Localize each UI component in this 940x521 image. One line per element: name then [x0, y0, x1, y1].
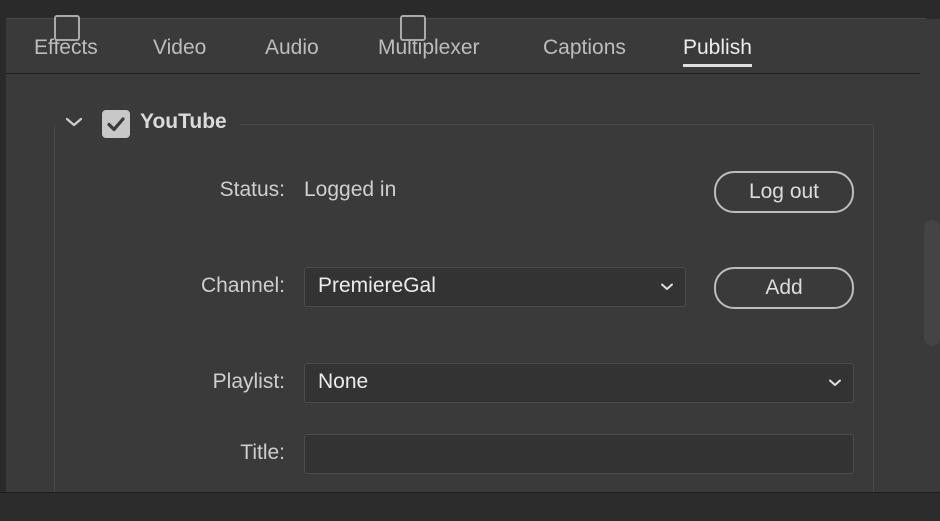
chevron-down-icon	[829, 379, 841, 386]
youtube-group-title: YouTube	[140, 110, 227, 133]
title-input[interactable]	[304, 434, 854, 474]
youtube-enable-checkbox[interactable]	[102, 110, 130, 138]
tab-bar: Effects Video Audio Multiplexer Captions…	[6, 19, 940, 74]
bottom-checkbox-1[interactable]	[54, 15, 80, 41]
channel-label: Channel:	[200, 274, 285, 297]
tab-audio[interactable]: Audio	[265, 35, 319, 61]
bottom-options-bar	[0, 492, 940, 521]
playlist-dropdown[interactable]: None	[304, 363, 854, 403]
title-label: Title:	[240, 441, 285, 464]
playlist-label: Playlist:	[212, 370, 285, 393]
window-top-strip	[0, 0, 940, 18]
scrollbar-thumb[interactable]	[924, 220, 940, 346]
add-channel-button[interactable]: Add	[714, 267, 854, 309]
tab-captions[interactable]: Captions	[543, 35, 626, 61]
tab-multiplexer[interactable]: Multiplexer	[378, 35, 480, 61]
bottom-checkbox-2[interactable]	[400, 15, 426, 41]
checkmark-icon	[107, 117, 125, 132]
channel-dropdown-value: PremiereGal	[318, 274, 436, 297]
chevron-down-icon	[661, 283, 673, 290]
status-label: Status:	[219, 178, 285, 201]
chevron-down-icon[interactable]	[62, 110, 86, 134]
playlist-dropdown-value: None	[318, 370, 369, 393]
tab-publish[interactable]: Publish	[683, 35, 752, 67]
logout-button[interactable]: Log out	[714, 171, 854, 213]
tab-video[interactable]: Video	[153, 35, 206, 61]
status-value: Logged in	[304, 178, 397, 201]
channel-dropdown[interactable]: PremiereGal	[304, 267, 686, 307]
